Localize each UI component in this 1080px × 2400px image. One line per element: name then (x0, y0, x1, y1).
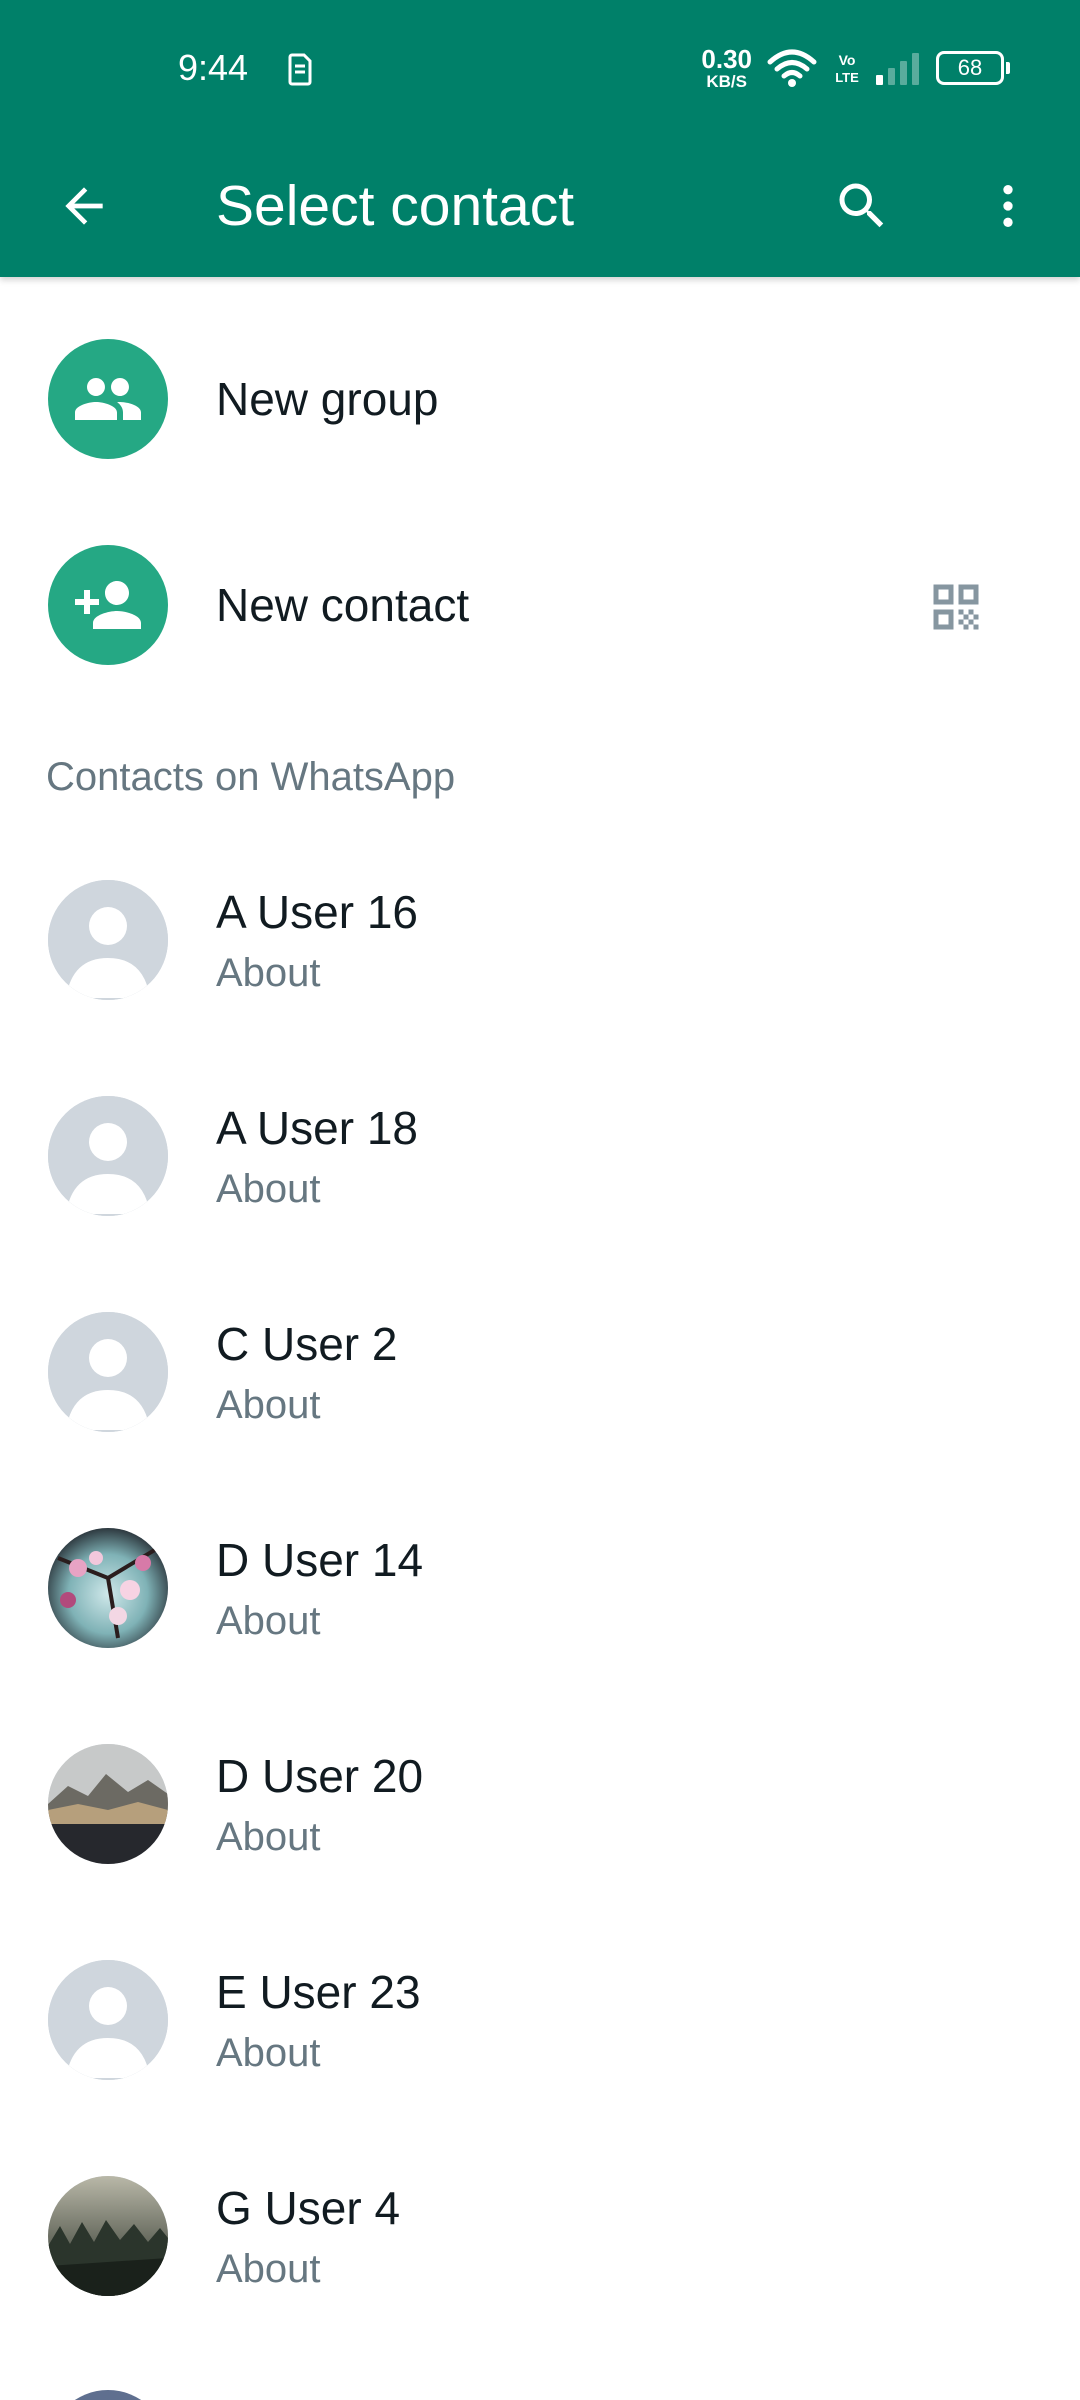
battery-icon: 68 (936, 51, 1010, 85)
contact-name: D User 14 (216, 1534, 424, 1586)
sim-icon (288, 53, 312, 86)
photo-avatar (48, 2176, 168, 2296)
contact-item[interactable]: D User 20 About (0, 1686, 1080, 1902)
contact-item[interactable]: A User 18 About (0, 1038, 1080, 1254)
contact-item[interactable]: G User 4 About (0, 2118, 1080, 2334)
contact-name: A User 16 (216, 886, 418, 938)
default-avatar-icon (48, 880, 168, 1000)
new-contact-row[interactable]: New contact (0, 502, 1080, 708)
page-title: Select contact (216, 174, 575, 238)
more-options-button[interactable] (968, 164, 1048, 248)
status-time: 9:44 (178, 47, 249, 88)
wifi-icon (767, 49, 817, 87)
blossom-photo-icon (48, 1528, 168, 1648)
contact-name: D User 20 (216, 1750, 424, 1802)
photo-avatar (48, 1528, 168, 1648)
new-group-label: New group (216, 373, 439, 425)
search-icon (839, 183, 884, 228)
contact-name: A User 18 (216, 1102, 418, 1154)
default-avatar-icon (48, 1096, 168, 1216)
signal-icon (876, 53, 919, 85)
contact-name: C User 2 (216, 1318, 398, 1370)
svg-text:LTE: LTE (835, 70, 859, 85)
net-speed-value: 0.30 (701, 44, 752, 74)
person-silhouette-icon (48, 1312, 168, 1432)
contact-name: E User 23 (216, 1966, 421, 2018)
section-header: Contacts on WhatsApp (46, 755, 456, 799)
new-group-avatar (48, 339, 168, 459)
app-bar: Select contact (0, 134, 1080, 277)
status-icons: 0.30 KB/S Vo LTE 68 (701, 46, 1010, 90)
contact-about: About (216, 1383, 321, 1427)
default-avatar-icon (48, 1312, 168, 1432)
new-contact-avatar (48, 545, 168, 665)
contact-about: About (216, 1167, 321, 1211)
contact-item[interactable]: E User 23 About (0, 1902, 1080, 2118)
volte-icon: Vo LTE (835, 52, 859, 85)
back-arrow-icon (65, 187, 103, 225)
search-button[interactable] (820, 164, 904, 248)
contact-item[interactable]: C User 2 About (0, 1254, 1080, 1470)
default-avatar-icon (48, 1960, 168, 2080)
qr-code-icon (933, 584, 979, 630)
contact-about: About (216, 1815, 321, 1859)
person-silhouette-icon (48, 1960, 168, 2080)
back-button[interactable] (44, 166, 124, 246)
contact-about: About (216, 951, 321, 995)
group-icon (75, 378, 141, 420)
header: 9:44 0.30 KB/S Vo LTE 68 Select contact (0, 0, 1080, 277)
new-group-row[interactable]: New group (0, 296, 1080, 502)
contact-list: A User 16 About A User 18 About C User 2… (0, 822, 1080, 2334)
forest-photo-icon (48, 2176, 168, 2296)
select-contact-screen: 9:44 0.30 KB/S Vo LTE 68 Select contact … (0, 0, 1080, 2400)
contact-item[interactable]: A User 16 About (0, 822, 1080, 1038)
net-speed: 0.30 KB/S (701, 46, 752, 90)
photo-avatar (48, 1744, 168, 1864)
more-vert-icon (1003, 185, 1013, 227)
person-silhouette-icon (48, 1096, 168, 1216)
new-contact-label: New contact (216, 579, 470, 631)
partial-avatar (48, 2390, 168, 2400)
net-speed-unit: KB/S (706, 72, 747, 91)
battery-level: 68 (957, 55, 983, 80)
status-bar: 9:44 0.30 KB/S Vo LTE 68 (0, 0, 1080, 134)
coast-photo-icon (48, 1744, 168, 1864)
person-silhouette-icon (48, 880, 168, 1000)
contact-name: G User 4 (216, 2182, 401, 2234)
contact-about: About (216, 1599, 321, 1643)
contact-about: About (216, 2247, 321, 2291)
contact-item[interactable]: D User 14 About (0, 1470, 1080, 1686)
contact-about: About (216, 2031, 321, 2075)
person-add-icon (75, 581, 141, 629)
svg-text:Vo: Vo (839, 52, 856, 68)
qr-code-button[interactable] (916, 567, 996, 647)
